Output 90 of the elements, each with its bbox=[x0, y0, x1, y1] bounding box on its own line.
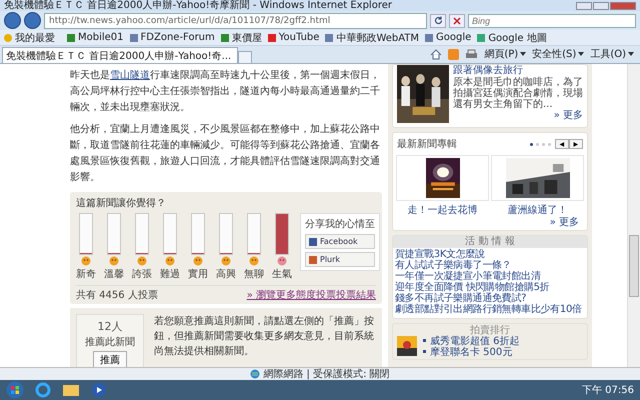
scrollbar[interactable] bbox=[627, 64, 640, 367]
command-menu[interactable]: 工具(O) bbox=[590, 47, 634, 61]
recommend-button[interactable]: 推薦 bbox=[93, 351, 127, 367]
vote-label: 新奇 bbox=[76, 268, 96, 281]
album-caption[interactable]: 走！一起去花博 bbox=[408, 203, 478, 217]
face-icon[interactable] bbox=[137, 256, 147, 266]
home-icon[interactable] bbox=[430, 48, 442, 60]
feature-text: 原本是間毛巾的咖啡店，為了拍攝宮廷偶演配合劇情，現場還有男女主角留下的... bbox=[453, 77, 583, 110]
recommend-text: 若您願意推薦這則新聞，請點選左側的「推薦」按鈕，但推薦新聞需要收集更多網友意見，目前系統尚無法提供相關新聞。 bbox=[154, 314, 375, 359]
album-caption[interactable]: 蘆洲線通了！ bbox=[508, 203, 568, 217]
vote-label: 無聊 bbox=[244, 268, 264, 281]
address-field[interactable]: http://tw.news.yahoo.com/article/url/d/a/101107/78/2gff2.html bbox=[44, 12, 427, 28]
favorites-item[interactable]: YouTube bbox=[268, 32, 320, 43]
face-icon[interactable] bbox=[81, 256, 91, 266]
vote-label: 溫馨 bbox=[104, 268, 124, 281]
clock: 下午 07:56 bbox=[582, 385, 634, 396]
forward-button[interactable] bbox=[24, 12, 41, 29]
favorites-item[interactable]: 中華郵政WebATM bbox=[325, 30, 420, 44]
page-dot[interactable] bbox=[536, 142, 539, 146]
auction-link[interactable]: 摩登聯名卡 500元 bbox=[421, 347, 520, 358]
refresh-icon bbox=[434, 16, 442, 25]
caret-icon bbox=[628, 52, 634, 56]
thumbnail-frame[interactable] bbox=[491, 155, 584, 201]
command-menu[interactable]: 網頁(P) bbox=[484, 47, 526, 61]
face-icon[interactable] bbox=[165, 256, 175, 266]
media-icon[interactable] bbox=[90, 382, 108, 398]
page-dot[interactable] bbox=[542, 142, 545, 146]
maximize-button[interactable] bbox=[593, 2, 609, 10]
search-field[interactable]: Bing bbox=[468, 14, 636, 28]
face-icon[interactable] bbox=[277, 256, 287, 266]
event-link[interactable]: 有人試試子樂病毒了一條？ bbox=[393, 260, 587, 271]
more-link[interactable]: » 更多 bbox=[554, 110, 583, 121]
recommend-label: 推薦此新聞 bbox=[85, 336, 135, 349]
share-button[interactable]: Facebook bbox=[305, 234, 375, 249]
bullet-icon bbox=[423, 338, 426, 342]
article-link[interactable]: 雪山隧道 bbox=[110, 70, 150, 81]
favorites-item[interactable]: Google 地圖 bbox=[477, 30, 547, 44]
vote-label: 高興 bbox=[216, 268, 236, 281]
event-link[interactable]: 一年僅一次凝捷宣小筆電封館出清 bbox=[393, 271, 587, 282]
auction-link[interactable]: 威秀電影超值 6折起 bbox=[421, 336, 520, 347]
favorites-item[interactable]: FDZone-Forum bbox=[130, 32, 215, 43]
face-icon[interactable] bbox=[193, 256, 203, 266]
refresh-button[interactable] bbox=[430, 14, 446, 28]
thumbnail-frame[interactable] bbox=[396, 155, 489, 201]
article-paragraph: 昨天也是雪山隧道行車速限調高至時速九十公里後，第一個週末假日，高公局坪林行控中心主任張崇智指出，隧道內每小時最高通過量約二千輛次，並未出現壅塞狀況。 bbox=[70, 68, 381, 115]
printer-icon[interactable] bbox=[465, 48, 478, 60]
vote-count: 共有 4456 人投票 bbox=[76, 288, 158, 302]
page-dot[interactable] bbox=[530, 142, 533, 146]
start-icon[interactable] bbox=[6, 381, 24, 399]
face-icon[interactable] bbox=[221, 256, 231, 266]
stop-button[interactable] bbox=[449, 14, 465, 28]
event-link[interactable]: 劇透部點對引出網路行銷無轉車比少有10倍 bbox=[393, 304, 587, 315]
close-button[interactable] bbox=[610, 2, 636, 10]
status-zone: 網際網路 | 受保護模式: 關閉 bbox=[263, 368, 390, 381]
favorites-item[interactable]: 我的最愛 bbox=[4, 30, 55, 44]
vote-label: 生氣 bbox=[272, 268, 292, 281]
events-header: 活 動 情 報 bbox=[393, 236, 587, 248]
albums-title: 最新新聞專輯 bbox=[397, 138, 458, 151]
vote-label: 誇張 bbox=[132, 268, 152, 281]
caret-icon bbox=[578, 52, 584, 56]
feature-title[interactable]: 跟著偶像去旅行 bbox=[453, 65, 583, 76]
vote-label: 實用 bbox=[188, 268, 208, 281]
favorites-item[interactable]: 東價屋 bbox=[220, 30, 262, 44]
page-dot[interactable] bbox=[548, 142, 551, 146]
share-button[interactable]: Plurk bbox=[305, 252, 375, 267]
auction-header: 拍賣排行 bbox=[469, 325, 510, 336]
vote-results-link[interactable]: » 瀏覽更多態度投票投票結果 bbox=[246, 288, 376, 302]
article-paragraph: 他分析，宜蘭上月遭逢風災，不少風景區都在整修中，加上蘇花公路中斷，取道雪隧前往花蓮的車輛減少。可能得等到蘇花公路搶通、宜蘭各處風景區恢復舊觀，旅遊人口回流，才能具體評估雪隧速限調高對交通影響。 bbox=[70, 122, 381, 185]
vote-title: 這篇新聞讓你覺得？ bbox=[76, 196, 167, 210]
browser-tab[interactable]: 免裝機體驗ＥＴＣ 首日逾2000人申辦-Yahoo!奇... bbox=[2, 47, 238, 63]
face-icon[interactable] bbox=[249, 256, 259, 266]
new-tab-button[interactable] bbox=[238, 51, 252, 63]
minimize-button[interactable] bbox=[576, 2, 592, 10]
command-menu[interactable]: 安全性(S) bbox=[532, 47, 584, 61]
back-button[interactable] bbox=[4, 12, 21, 29]
folder-icon[interactable] bbox=[62, 382, 80, 398]
vote-label: 難過 bbox=[160, 268, 180, 281]
event-link[interactable]: 迎年度全面降價 快閃購物館搶購5折 bbox=[393, 282, 587, 293]
favorites-item[interactable]: Google bbox=[425, 32, 472, 43]
favorites-item[interactable]: Mobile01 bbox=[67, 32, 124, 43]
close-icon bbox=[453, 16, 461, 24]
event-link[interactable]: 賀捷宣戰3K文怎麼說 bbox=[393, 249, 587, 260]
face-icon[interactable] bbox=[109, 256, 119, 266]
event-link[interactable]: 錢多不再試子樂購通通免費試? bbox=[393, 293, 587, 304]
more-link[interactable]: » 更多 bbox=[397, 217, 583, 230]
globe-icon bbox=[250, 369, 260, 379]
bullet-icon bbox=[423, 350, 426, 353]
caret-icon bbox=[520, 52, 526, 56]
share-title: 分享我的心情至 bbox=[305, 218, 375, 231]
recommend-count: 12人 bbox=[98, 321, 122, 333]
